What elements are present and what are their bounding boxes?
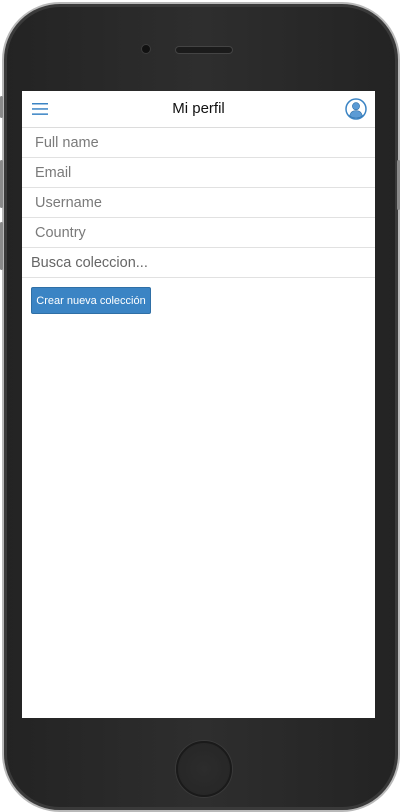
- app-screen: Mi perfil Full name Email Username Count…: [22, 91, 375, 718]
- full-name-field[interactable]: Full name: [22, 128, 375, 158]
- create-collection-button[interactable]: Crear nueva colección: [31, 287, 151, 314]
- user-profile-icon[interactable]: [345, 98, 367, 120]
- search-collection-input[interactable]: Busca coleccion...: [22, 248, 375, 278]
- mute-switch: [0, 96, 3, 118]
- volume-down-button: [0, 222, 3, 270]
- earpiece-speaker: [175, 46, 233, 54]
- top-navbar: Mi perfil: [22, 91, 375, 128]
- country-field[interactable]: Country: [22, 218, 375, 248]
- page-title: Mi perfil: [172, 100, 225, 117]
- username-field[interactable]: Username: [22, 188, 375, 218]
- volume-up-button: [0, 160, 3, 208]
- front-camera: [141, 44, 151, 54]
- email-field[interactable]: Email: [22, 158, 375, 188]
- home-button[interactable]: [176, 741, 232, 797]
